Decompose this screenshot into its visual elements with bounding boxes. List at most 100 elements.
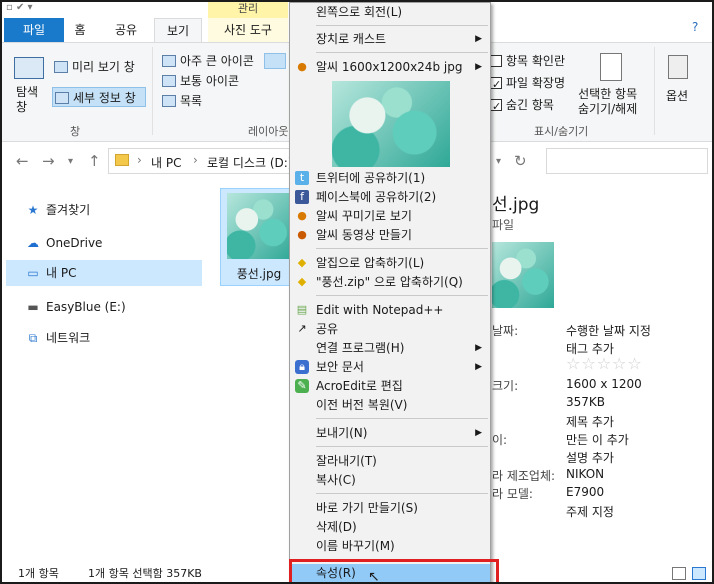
file-extensions-toggle[interactable]: 파일 확장명 [490,73,565,95]
detail-title[interactable]: 제목 추가 [566,413,614,430]
address-bar[interactable]: › 내 PC › 로컬 디스크 (D:) [108,148,298,174]
menu-acroedit[interactable]: ✎ AcroEdit로 편집 [290,377,490,396]
star-icon: ★ [27,203,39,217]
detail-subject[interactable]: 주제 지정 [566,503,614,520]
menu-rename[interactable]: 이름 바꾸기(M) [290,537,490,556]
detail-date-taken[interactable]: 수행한 날짜 지정 [566,322,651,339]
sidebar-item-quick-access[interactable]: ★ 즐겨찾기 [26,198,91,222]
large-icons-view-icon[interactable] [692,567,706,580]
notepad-icon: ▤ [296,303,308,316]
hide-selected-button[interactable]: 선택한 항목 숨기기/해제 [578,87,637,117]
detail-camera-maker: NIKON [566,467,605,481]
menu-share-facebook[interactable]: f 페이스북에 공유하기(2) [290,188,490,207]
context-menu: 왼쪽으로 회전(L) 장치로 캐스트 ▶ ● 알씨 1600x1200x24b jp… [289,2,491,582]
menu-share[interactable]: ↗ 공유 [290,320,490,339]
hide-selected-icon [600,53,622,81]
menu-item-label: 장치로 캐스트 [316,32,387,46]
pane-group-label: 창 [70,125,81,138]
hidden-items-toggle[interactable]: 숨긴 항목 [490,95,554,117]
menu-alsee-decorate[interactable]: ● 알씨 꾸미기로 보기 [290,207,490,226]
menu-send-to[interactable]: 보내기(N) ▶ [290,424,490,443]
menu-rotate-left[interactable]: 왼쪽으로 회전(L) [290,3,490,22]
menu-copy[interactable]: 복사(C) [290,471,490,490]
layout-group-label: 레이아웃 [248,125,289,138]
preview-pane-button[interactable]: 미리 보기 창 [54,57,135,77]
menu-item-label: 바로 가기 만들기(S) [316,501,418,515]
details-pane-label: 세부 정보 창 [73,91,136,105]
menu-restore-previous[interactable]: 이전 버전 복원(V) [290,396,490,415]
details-type: 파일 [492,218,515,232]
up-arrow-icon[interactable]: ↑ [88,152,101,170]
layout-extra-large-icons[interactable]: 아주 큰 아이콘 [162,51,254,71]
nav-pane-icon [14,57,44,79]
menu-alzip-compress[interactable]: ◆ 알집으로 압축하기(L) [290,254,490,273]
lock-icon: 🔒︎ [295,360,309,374]
menu-cast-to-device[interactable]: 장치로 캐스트 ▶ [290,30,490,49]
help-icon[interactable]: ? [692,20,698,34]
details-preview-image [492,242,554,308]
menu-alsee-info[interactable]: ● 알씨 1600x1200x24b jpg ▶ [290,58,490,77]
sidebar-item-onedrive[interactable]: ☁ OneDrive [26,231,102,255]
checkbox[interactable] [490,55,502,67]
ribbon-separator [654,47,655,135]
menu-open-with[interactable]: 연결 프로그램(H) ▶ [290,339,490,358]
menu-item-label: 공유 [316,322,339,336]
submenu-arrow-icon: ▶ [475,362,482,372]
file-item[interactable]: 풍선.jpg [220,188,298,286]
back-arrow-icon[interactable]: ← [16,152,29,170]
menu-share-twitter[interactable]: t 트위터에 공유하기(1) [290,169,490,188]
menu-compress-to-zip[interactable]: ◆ "풍선.zip" 으로 압축하기(Q) [290,273,490,292]
breadcrumb-this-pc[interactable]: 내 PC [151,154,181,171]
menu-delete[interactable]: 삭제(D) [290,518,490,537]
sidebar-item-label: 네트워크 [46,331,91,345]
details-view-icon[interactable] [672,567,686,580]
menu-item-label: 보내기(N) [316,426,368,440]
status-item-count: 1개 항목 [18,567,59,580]
nav-pane-button[interactable]: 탐색 창 [16,85,38,115]
share-icon: ↗ [297,322,307,335]
options-button[interactable]: 옵션 [666,87,688,104]
sidebar-item-network[interactable]: ⧉ 네트워크 [26,326,90,350]
menu-create-shortcut[interactable]: 바로 가기 만들기(S) [290,499,490,518]
list-icon [162,95,176,107]
details-pane-button[interactable]: 세부 정보 창 [52,87,146,107]
tab-share[interactable]: 공유 [106,18,146,42]
menu-item-label: 보안 문서 [316,360,364,374]
item-checkboxes-toggle[interactable]: 항목 확인란 [490,51,565,71]
sidebar-item-this-pc[interactable]: ▭ 내 PC [26,261,76,285]
layout-medium-icons[interactable]: 보통 아이콘 [162,71,239,91]
recent-chevron-icon[interactable]: ▾ [68,156,73,167]
detail-label: 라 모델: [492,487,533,501]
menu-secure-document[interactable]: 🔒︎ 보안 문서 ▶ [290,358,490,377]
detail-rating-stars[interactable]: ☆☆☆☆☆ [566,354,643,373]
checkbox[interactable] [490,75,502,95]
tab-home[interactable]: 홈 [66,18,94,42]
menu-cut[interactable]: 잘라내기(T) [290,452,490,471]
detail-comments[interactable]: 설명 추가 [566,449,614,466]
menu-edit-notepad[interactable]: ▤ Edit with Notepad++ [290,301,490,320]
layout-selected-icon[interactable] [264,53,286,69]
tab-file[interactable]: 파일 [4,18,64,42]
detail-authors[interactable]: 만든 이 추가 [566,431,629,448]
alzip-icon: ◆ [297,275,307,288]
refresh-icon[interactable]: ↻ [514,152,527,170]
layout-list[interactable]: 목록 [162,91,202,111]
menu-item-label: 왼쪽으로 회전(L) [316,5,403,19]
sidebar-item-easyblue[interactable]: ▬ EasyBlue (E:) [26,295,125,319]
checkbox[interactable] [490,97,502,117]
forward-arrow-icon[interactable]: → [42,152,55,170]
menu-alsee-video[interactable]: ● 알씨 동영상 만들기 [290,226,490,245]
tab-view[interactable]: 보기 [154,18,202,42]
breadcrumb-local-disk[interactable]: 로컬 디스크 (D:) [207,154,292,171]
quick-access-icons[interactable]: ▫ ✔ ▾ [6,2,33,13]
menu-item-label: "풍선.zip" 으로 압축하기(Q) [316,275,463,289]
search-input[interactable] [546,148,708,174]
details-title: 선.jpg [492,195,540,215]
layout-item-label: 아주 큰 아이콘 [180,54,254,68]
breadcrumb-separator: › [193,153,198,167]
submenu-arrow-icon: ▶ [475,428,482,438]
status-selection: 1개 항목 선택함 357KB [88,567,202,580]
address-dropdown-icon[interactable]: ▾ [496,156,501,167]
hidden-items-label: 숨긴 항목 [506,98,554,112]
tab-picture-tools[interactable]: 사진 도구 [208,18,288,42]
